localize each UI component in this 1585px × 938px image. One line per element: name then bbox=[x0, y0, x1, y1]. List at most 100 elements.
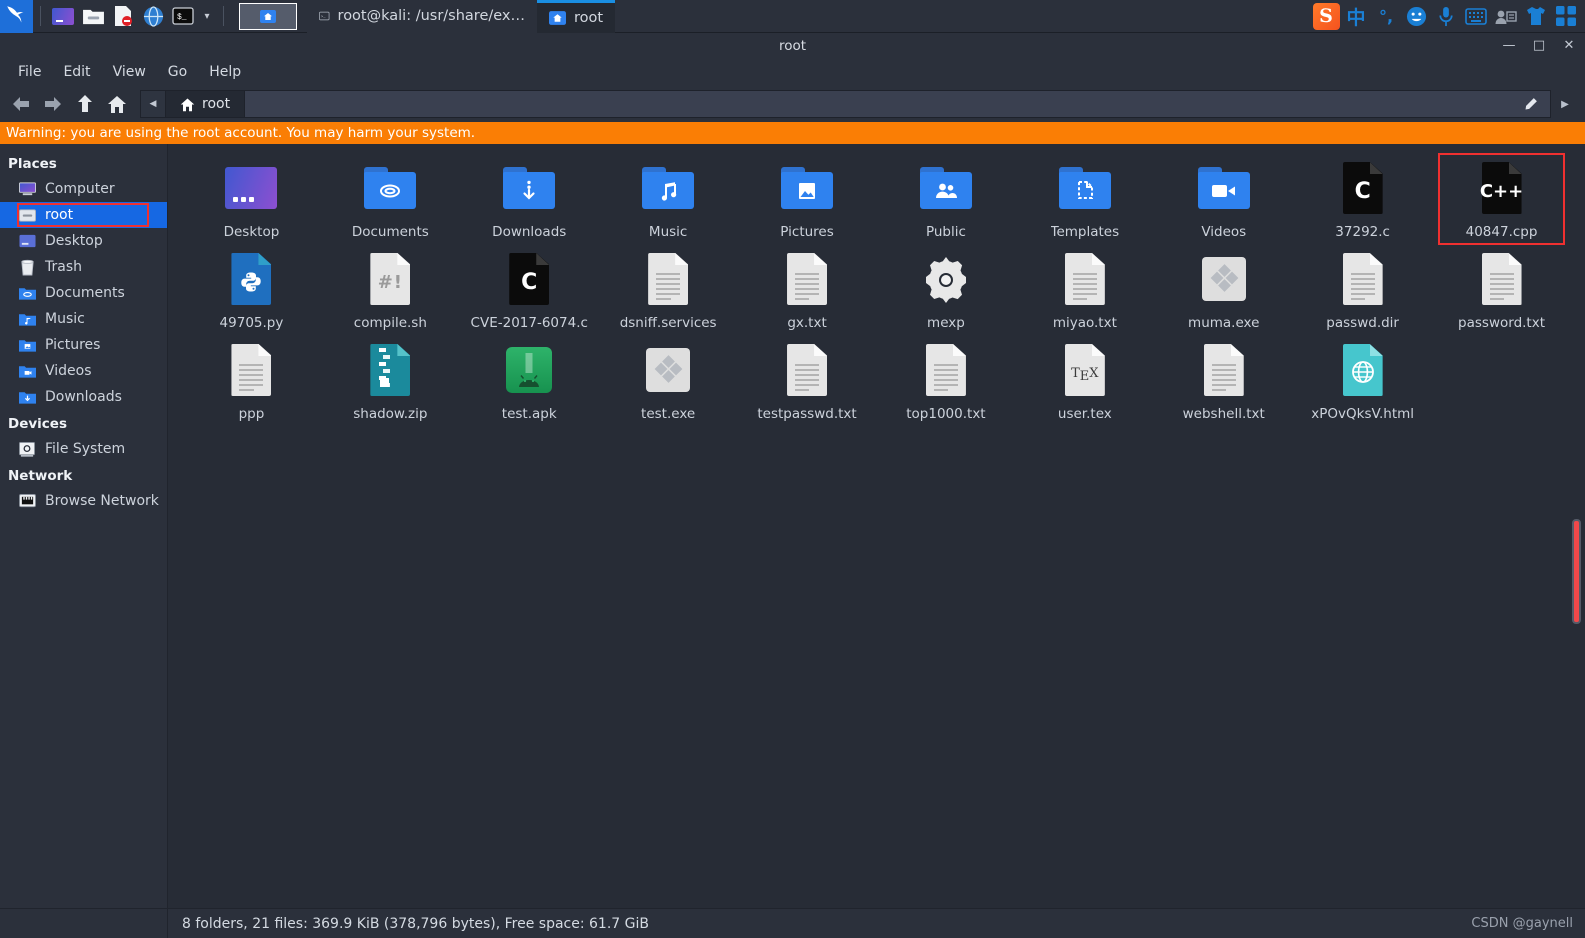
launchers-chevron-down-icon[interactable]: ▾ bbox=[198, 11, 216, 22]
sidebar-item-trash[interactable]: Trash bbox=[0, 254, 167, 280]
sogou-logo-icon[interactable]: S bbox=[1311, 0, 1341, 33]
file-item[interactable]: muma.exe bbox=[1154, 245, 1293, 335]
emoji-icon[interactable] bbox=[1401, 0, 1431, 33]
file-item[interactable]: T E X user.tex bbox=[1015, 336, 1154, 426]
close-button[interactable]: ✕ bbox=[1561, 39, 1577, 52]
file-icon-view[interactable]: Desktop Documents Downloads Music Pictures Pu… bbox=[168, 144, 1585, 908]
path-scroll-left-button[interactable]: ◀ bbox=[140, 90, 166, 118]
file-name-label: gx.txt bbox=[787, 315, 827, 331]
menu-edit[interactable]: Edit bbox=[53, 61, 100, 83]
file-item[interactable]: webshell.txt bbox=[1154, 336, 1293, 426]
file-item[interactable]: Documents bbox=[321, 154, 460, 244]
terminal-icon[interactable]: $_ bbox=[168, 2, 198, 30]
file-item[interactable]: ppp bbox=[182, 336, 321, 426]
sidebar-item-videos[interactable]: Videos bbox=[0, 358, 167, 384]
window-body: Places Computer root Desktop Trash Docum… bbox=[0, 144, 1585, 908]
file-type-icon bbox=[779, 251, 835, 307]
soft-keyboard-icon[interactable] bbox=[1461, 0, 1491, 33]
svg-text:>_: >_ bbox=[321, 15, 326, 20]
file-item[interactable]: xPOvQksV.html bbox=[1293, 336, 1432, 426]
file-item[interactable]: C++ 40847.cpp bbox=[1432, 153, 1571, 245]
file-item[interactable]: miyao.txt bbox=[1015, 245, 1154, 335]
maximize-button[interactable]: □ bbox=[1531, 39, 1547, 52]
breadcrumb-label: root bbox=[202, 96, 231, 112]
sidebar-item-pictures[interactable]: Pictures bbox=[0, 332, 167, 358]
menu-go[interactable]: Go bbox=[158, 61, 197, 83]
file-item[interactable]: Music bbox=[599, 154, 738, 244]
file-item[interactable]: Public bbox=[876, 154, 1015, 244]
sidebar-item-label: Documents bbox=[45, 285, 125, 301]
display-settings-icon[interactable] bbox=[48, 2, 78, 30]
music-folder-icon bbox=[18, 310, 36, 328]
file-item[interactable]: dsniff.services bbox=[599, 245, 738, 335]
user-card-icon[interactable] bbox=[1491, 0, 1521, 33]
file-name-label: ppp bbox=[238, 406, 265, 422]
file-type-icon bbox=[640, 251, 696, 307]
file-type-icon bbox=[1057, 251, 1113, 307]
file-item[interactable]: Desktop bbox=[182, 154, 321, 244]
toolbox-icon[interactable] bbox=[1551, 0, 1581, 33]
sidebar-item-downloads[interactable]: Downloads bbox=[0, 384, 167, 410]
breadcrumb-root[interactable]: root bbox=[166, 90, 245, 118]
scrollbar-annotation[interactable] bbox=[1572, 519, 1581, 624]
menu-help[interactable]: Help bbox=[199, 61, 251, 83]
path-empty-area[interactable] bbox=[244, 90, 1551, 118]
file-manager-icon[interactable] bbox=[78, 2, 108, 30]
text-editor-icon[interactable] bbox=[108, 2, 138, 30]
sidebar-item-desktop[interactable]: Desktop bbox=[0, 228, 167, 254]
file-name-label: user.tex bbox=[1057, 406, 1112, 422]
minimize-button[interactable]: — bbox=[1501, 39, 1517, 52]
file-item[interactable]: Pictures bbox=[738, 154, 877, 244]
file-item[interactable]: Downloads bbox=[460, 154, 599, 244]
show-desktop-button[interactable] bbox=[239, 2, 297, 30]
taskbar-task-terminal[interactable]: >_ root@kali: /usr/share/ex… bbox=[307, 0, 537, 33]
zip-archive-icon bbox=[370, 344, 411, 396]
file-item[interactable]: testpasswd.txt bbox=[738, 336, 877, 426]
file-item[interactable]: 49705.py bbox=[182, 245, 321, 335]
apk-file-icon bbox=[506, 347, 553, 393]
path-breadcrumb-bar: ◀ root ▶ bbox=[140, 90, 1579, 118]
sidebar-item-file-system[interactable]: File System bbox=[0, 436, 167, 462]
file-item[interactable]: test.apk bbox=[460, 336, 599, 426]
web-browser-icon[interactable] bbox=[138, 2, 168, 30]
file-item[interactable]: top1000.txt bbox=[876, 336, 1015, 426]
file-item[interactable]: gx.txt bbox=[738, 245, 877, 335]
taskbar-window-list: >_ root@kali: /usr/share/ex… root bbox=[307, 0, 1311, 33]
file-item[interactable]: mexp bbox=[876, 245, 1015, 335]
back-icon[interactable] bbox=[6, 89, 36, 119]
sidebar-item-documents[interactable]: Documents bbox=[0, 280, 167, 306]
file-item[interactable]: C CVE-2017-6074.c bbox=[460, 245, 599, 335]
gear-executable-icon bbox=[921, 254, 971, 304]
kali-dragon-icon[interactable] bbox=[0, 0, 33, 33]
menu-view[interactable]: View bbox=[103, 61, 156, 83]
sidebar-item-root[interactable]: root bbox=[0, 202, 167, 228]
forward-icon[interactable] bbox=[38, 89, 68, 119]
punctuation-mode-icon[interactable]: °, bbox=[1371, 0, 1401, 33]
file-item[interactable]: test.exe bbox=[599, 336, 738, 426]
home-icon[interactable] bbox=[102, 89, 132, 119]
skin-icon[interactable] bbox=[1521, 0, 1551, 33]
file-item[interactable]: password.txt bbox=[1432, 245, 1571, 335]
exe-file-icon bbox=[1201, 257, 1246, 301]
file-item[interactable]: Templates bbox=[1015, 154, 1154, 244]
sidebar-item-label: Music bbox=[45, 311, 85, 327]
sidebar-item-computer[interactable]: Computer bbox=[0, 176, 167, 202]
file-item[interactable]: Videos bbox=[1154, 154, 1293, 244]
file-name-label: CVE-2017-6074.c bbox=[470, 315, 588, 331]
sidebar-item-browse-network[interactable]: Browse Network bbox=[0, 488, 167, 514]
up-icon[interactable] bbox=[70, 89, 100, 119]
path-expand-button[interactable]: ▶ bbox=[1551, 90, 1579, 118]
chinese-input-mode-icon[interactable]: 中 bbox=[1341, 0, 1371, 33]
taskbar-task-root[interactable]: root bbox=[537, 0, 616, 33]
file-item[interactable]: shadow.zip bbox=[321, 336, 460, 426]
c-file-icon: C bbox=[1342, 162, 1383, 214]
file-type-icon bbox=[501, 160, 557, 216]
sidebar-item-music[interactable]: Music bbox=[0, 306, 167, 332]
file-item[interactable]: C 37292.c bbox=[1293, 154, 1432, 244]
file-name-label: passwd.dir bbox=[1326, 315, 1399, 331]
menu-file[interactable]: File bbox=[8, 61, 51, 83]
file-item[interactable]: passwd.dir bbox=[1293, 245, 1432, 335]
file-name-label: test.apk bbox=[501, 406, 557, 422]
voice-input-icon[interactable] bbox=[1431, 0, 1461, 33]
file-item[interactable]: #! compile.sh bbox=[321, 245, 460, 335]
